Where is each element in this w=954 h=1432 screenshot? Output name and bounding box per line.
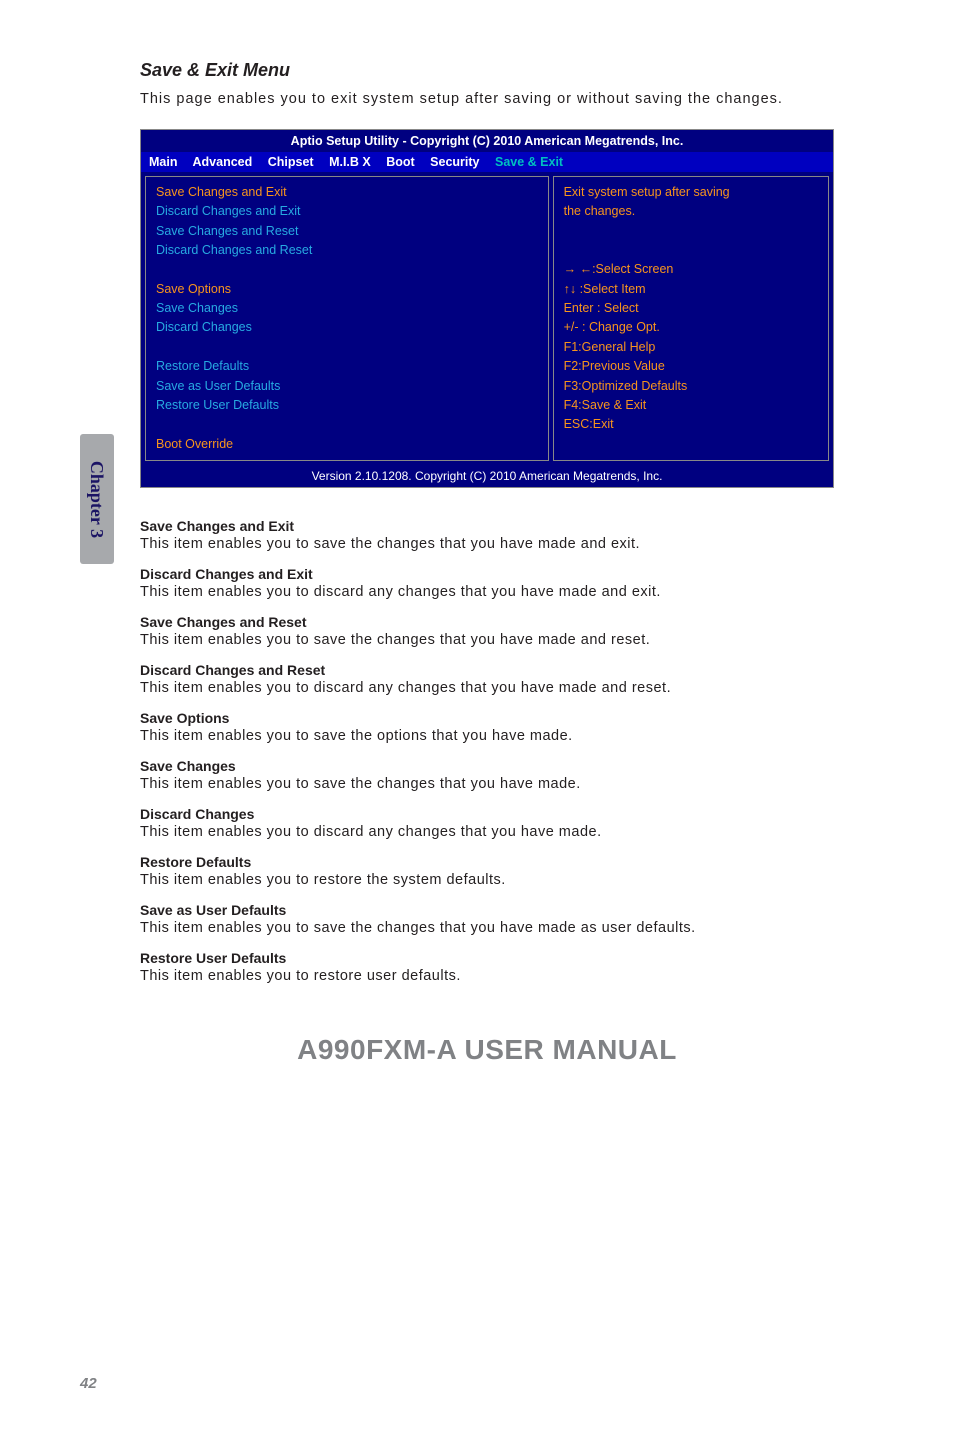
doc-item: Save Changes This item enables you to sa… — [140, 758, 834, 792]
bios-hint: → ←:Select Screen — [564, 260, 818, 279]
bios-hint: F4:Save & Exit — [564, 396, 818, 415]
doc-item-title: Save Changes and Reset — [140, 614, 834, 630]
doc-item-desc: This item enables you to restore user de… — [140, 968, 834, 984]
chapter-tab-label: Chapter 3 — [87, 460, 108, 537]
bios-hint: ESC:Exit — [564, 415, 818, 434]
bios-item: Save Options — [156, 280, 538, 299]
doc-item-desc: This item enables you to discard any cha… — [140, 824, 834, 840]
doc-item: Restore Defaults This item enables you t… — [140, 854, 834, 888]
doc-item: Save Changes and Reset This item enables… — [140, 614, 834, 648]
doc-item-desc: This item enables you to save the option… — [140, 728, 834, 744]
bios-item: Save Changes — [156, 299, 538, 318]
doc-item-title: Discard Changes — [140, 806, 834, 822]
doc-item-title: Discard Changes and Reset — [140, 662, 834, 678]
doc-item-title: Save Options — [140, 710, 834, 726]
doc-item: Discard Changes and Exit This item enabl… — [140, 566, 834, 600]
bios-left-pane: Save Changes and Exit Discard Changes an… — [145, 176, 549, 461]
doc-item-title: Save Changes — [140, 758, 834, 774]
bios-item: Restore Defaults — [156, 357, 538, 376]
bios-item: Save Changes and Reset — [156, 222, 538, 241]
bios-right-pane: Exit system setup after saving the chang… — [553, 176, 829, 461]
bios-menu-mibx: M.I.B X — [329, 155, 371, 169]
bios-item: Discard Changes and Exit — [156, 202, 538, 221]
bios-hint: F1:General Help — [564, 338, 818, 357]
bios-help-line: Exit system setup after saving — [564, 183, 818, 202]
bios-body: Save Changes and Exit Discard Changes an… — [141, 172, 833, 465]
bios-menu-advanced: Advanced — [193, 155, 253, 169]
bios-footer: Version 2.10.1208. Copyright (C) 2010 Am… — [141, 465, 833, 487]
doc-item: Restore User Defaults This item enables … — [140, 950, 834, 984]
doc-item: Save Options This item enables you to sa… — [140, 710, 834, 744]
manual-footer-text: A990FXM-A USER MANUAL — [140, 1034, 834, 1066]
bios-item: Save Changes and Exit — [156, 183, 538, 202]
bios-hint: F2:Previous Value — [564, 357, 818, 376]
bios-hint: F3:Optimized Defaults — [564, 377, 818, 396]
manual-footer: A990FXM-A USER MANUAL — [140, 1034, 834, 1066]
bios-title: Aptio Setup Utility - Copyright (C) 2010… — [141, 130, 833, 152]
doc-item-desc: This item enables you to discard any cha… — [140, 584, 834, 600]
bios-hint: Enter : Select — [564, 299, 818, 318]
doc-item-title: Restore User Defaults — [140, 950, 834, 966]
bios-menubar: Main Advanced Chipset M.I.B X Boot Secur… — [141, 152, 833, 172]
bios-menu-save-exit: Save & Exit — [495, 155, 563, 169]
doc-item-desc: This item enables you to save the change… — [140, 632, 834, 648]
doc-item-desc: This item enables you to save the change… — [140, 920, 834, 936]
bios-help-line: the changes. — [564, 202, 818, 221]
intro-text: This page enables you to exit system set… — [140, 89, 834, 111]
chapter-tab: Chapter 3 — [80, 434, 114, 564]
bios-menu-security: Security — [430, 155, 479, 169]
doc-item-title: Save Changes and Exit — [140, 518, 834, 534]
bios-hint: ↑↓ :Select Item — [564, 280, 818, 299]
bios-menu-main: Main — [149, 155, 177, 169]
bios-item: Discard Changes — [156, 318, 538, 337]
section-title: Save & Exit Menu — [140, 60, 834, 81]
doc-item-desc: This item enables you to save the change… — [140, 776, 834, 792]
bios-item: Restore User Defaults — [156, 396, 538, 415]
bios-screenshot: Aptio Setup Utility - Copyright (C) 2010… — [140, 129, 834, 488]
bios-item: Boot Override — [156, 435, 538, 454]
doc-item: Discard Changes This item enables you to… — [140, 806, 834, 840]
doc-item: Save Changes and Exit This item enables … — [140, 518, 834, 552]
page-number: 42 — [80, 1375, 97, 1392]
doc-item-title: Restore Defaults — [140, 854, 834, 870]
doc-item-desc: This item enables you to save the change… — [140, 536, 834, 552]
bios-menu-boot: Boot — [386, 155, 414, 169]
bios-menu-chipset: Chipset — [268, 155, 314, 169]
doc-item-title: Discard Changes and Exit — [140, 566, 834, 582]
doc-item-desc: This item enables you to restore the sys… — [140, 872, 834, 888]
bios-item: Discard Changes and Reset — [156, 241, 538, 260]
doc-item-title: Save as User Defaults — [140, 902, 834, 918]
doc-item: Discard Changes and Reset This item enab… — [140, 662, 834, 696]
bios-item: Save as User Defaults — [156, 377, 538, 396]
doc-item-desc: This item enables you to discard any cha… — [140, 680, 834, 696]
bios-hint: +/- : Change Opt. — [564, 318, 818, 337]
doc-item: Save as User Defaults This item enables … — [140, 902, 834, 936]
